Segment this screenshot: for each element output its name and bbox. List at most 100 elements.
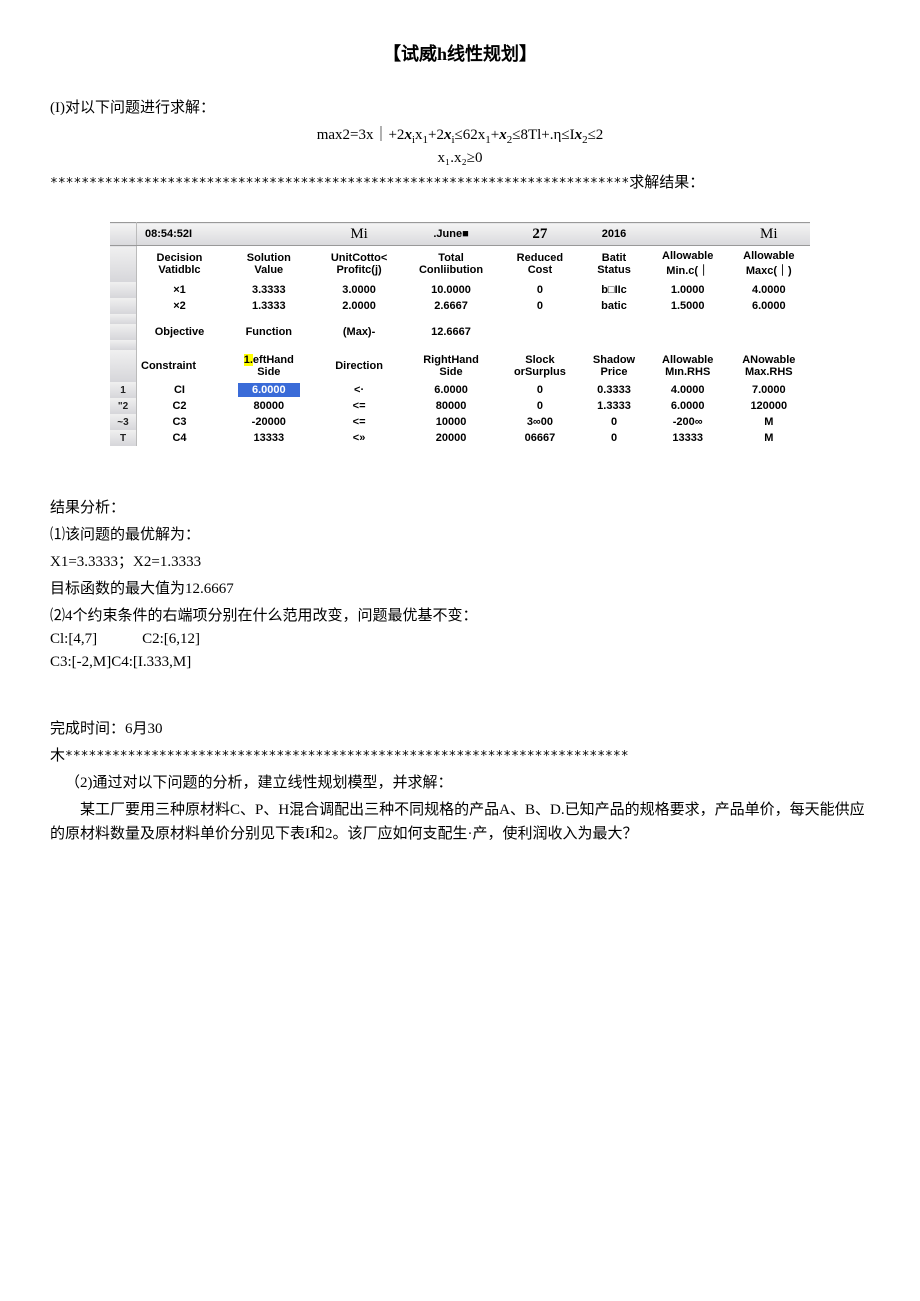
var-col-headers: DecisionVatidblc SolutionValue UnitCotto… [110,246,810,283]
solver-year: 2016 [580,223,648,246]
problem2-body-text: 某工厂要用三种原材料C、P、H混合调配出三种不同规格的产品A、B、D.已知产品的… [50,802,865,842]
stars-1-suffix: 求解结果： [629,175,704,191]
solver-day: 27 [500,223,581,246]
c4-dir: <» [316,430,403,446]
x1-min: 1.0000 [648,282,728,298]
obj-c: (Max)- [316,324,403,340]
stars-2-prefix: 木 [50,748,65,764]
c1-rhs: 6.0000 [402,382,499,398]
obj-b: Function [222,324,316,340]
problem1-heading: (I)对以下问题进行求解： [50,96,870,117]
obj-d: 12.6667 [402,324,499,340]
solver-output-table: 08:54:52I Mi .June■ 27 2016 Mi DecisionV… [110,222,810,446]
con-row-c3: ~3 C3 -20000 <= 10000 3∞00 0 -200∞ M [110,414,810,430]
formula-line-2-text: x₁.x₂≥0 [438,150,483,166]
con-col-headers: Constraint 1.eftHandSide Direction Right… [110,350,810,382]
c4-shp: 0 [580,430,648,446]
x1-stat: b□IIc [580,282,648,298]
con-col-constraint: Constraint [137,350,222,382]
x2-min: 1.5000 [648,298,728,314]
page-title: 【试威h线性规划】 [50,40,870,66]
stars-divider-2: 木***************************************… [50,744,870,765]
x2-name: ×2 [137,298,222,314]
c1-min: 4.0000 [648,382,728,398]
x2-tot: 2.6667 [402,298,499,314]
c1-dir: <· [316,382,403,398]
solver-mi1: Mi [316,223,403,246]
solver-june: .June■ [402,223,499,246]
highlight-yellow: 1. [244,354,253,366]
formula-line-1: max2=3x｜+2xix1+2xi≤62x1+x2≤8Tl+.η≤Ix2≤2 [50,123,870,146]
col-decision: DecisionVatidblc [137,246,222,283]
x2-max: 6.0000 [728,298,810,314]
col-min: AllowableMin.c(｜ [648,246,728,283]
x2-red: 0 [500,298,581,314]
c1-idx: 1 [110,382,137,398]
objective-max-line: 目标函数的最大值为12.6667 [50,577,870,598]
stars-divider-1: ****************************************… [50,171,870,192]
c4-min: 13333 [648,430,728,446]
completion-time-text: 完成时间：6月30 [50,721,163,737]
col-total: TotalConliibution [402,246,499,283]
a2b-text: C3:[-2,M]C4:[I.333,M] [50,654,191,670]
x1-max: 4.0000 [728,282,810,298]
c4-name: C4 [137,430,222,446]
c3-rhs: 10000 [402,414,499,430]
c2-lhs: 80000 [222,398,316,414]
col-solution: SolutionValue [222,246,316,283]
a2-text: ⑵4个约束条件的右端项分别在什么范用改变，问题最优基不变： [50,608,478,624]
solver-time: 08:54:52I [137,223,222,246]
c2-name: C2 [137,398,222,414]
con-col-rhs: RightHandSide [402,350,499,382]
c1-slk: 0 [500,382,581,398]
con-row-c2: "2 C2 80000 <= 80000 0 1.3333 6.0000 120… [110,398,810,414]
c1-max: 7.0000 [728,382,810,398]
c1-lhs-highlight: 6.0000 [238,383,300,397]
col-status: BatitStatus [580,246,648,283]
con-col-minrhs: AllowableMın.RHS [648,350,728,382]
col-unit: UnitCotto<Profitc(j) [316,246,403,283]
c2-idx: "2 [110,398,137,414]
con-row-c1: 1 CI 6.0000 <· 6.0000 0 0.3333 4.0000 7.… [110,382,810,398]
col-reduced: ReducedCost [500,246,581,283]
rhs-range-line-2: C3:[-2,M]C4:[I.333,M] [50,654,870,671]
stars-1-chars: ****************************************… [50,176,629,191]
x2-sol: 1.3333 [222,298,316,314]
x1-sol: 3.3333 [222,282,316,298]
x2-unit: 2.0000 [316,298,403,314]
solver-mi2: Mi [728,223,810,246]
formula-line-2: x₁.x₂≥0 [50,150,870,167]
var-row-x1: ×1 3.3333 3.0000 10.0000 0 b□IIc 1.0000 … [110,282,810,298]
optimal-solution-line: X1=3.3333；X2=1.3333 [50,550,870,571]
con-col-shadow: ShadowPrice [580,350,648,382]
analysis-heading-text: 结果分析： [50,500,125,516]
c4-lhs: 13333 [222,430,316,446]
con-col-slack: SlockorSurplus [500,350,581,382]
col-max: AllowableMaxc(｜) [728,246,810,283]
c3-idx: ~3 [110,414,137,430]
c2-min: 6.0000 [648,398,728,414]
c3-lhs: -20000 [222,414,316,430]
c3-shp: 0 [580,414,648,430]
c4-idx: T [110,430,137,446]
c2-max: 120000 [728,398,810,414]
problem2-heading: （2)通过对以下问题的分析，建立线性规划模型，并求解： [50,771,870,792]
c2-dir: <= [316,398,403,414]
title-text: 【试威h线性规划】 [383,44,537,64]
problem2-body: 某工厂要用三种原材料C、P、H混合调配出三种不同规格的产品A、B、D.已知产品的… [50,798,870,846]
c3-min: -200∞ [648,414,728,430]
rhs-range-line-1: Cl:[4,7] C2:[6,12] [50,631,870,648]
con-row-c4: T C4 13333 <» 20000 06667 0 13333 M [110,430,810,446]
a1b-text: 目标函数的最大值为12.6667 [50,581,234,597]
x1-unit: 3.0000 [316,282,403,298]
completion-time: 完成时间：6月30 [50,717,870,738]
c1-name: CI [137,382,222,398]
c4-slk: 06667 [500,430,581,446]
analysis-heading: 结果分析： [50,496,870,517]
con-col-lhs: 1.eftHandSide [222,350,316,382]
analysis-item-1: ⑴该问题的最优解为： [50,523,870,544]
c2-shp: 1.3333 [580,398,648,414]
c4-max: M [728,430,810,446]
x1-name: ×1 [137,282,222,298]
c3-slk: 3∞00 [500,414,581,430]
